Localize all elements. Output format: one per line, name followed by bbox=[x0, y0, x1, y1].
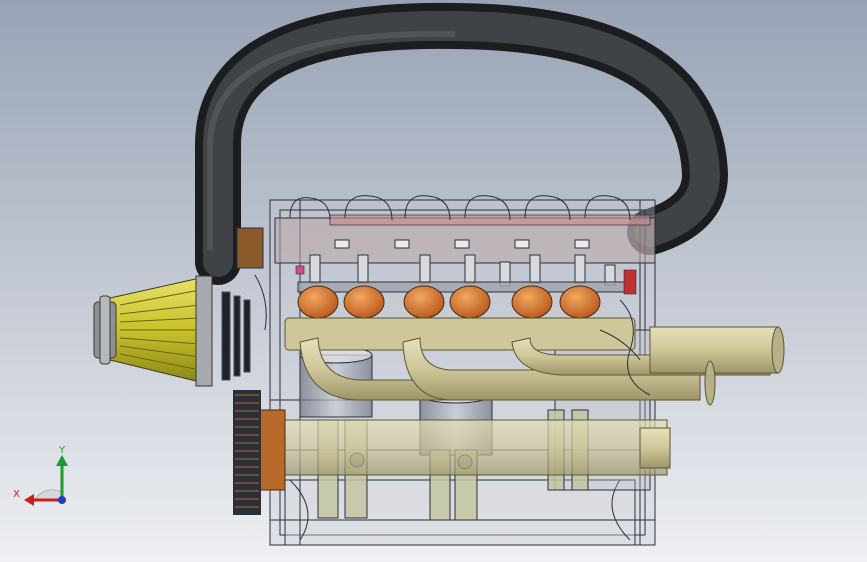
triad-y-label: Y bbox=[58, 445, 66, 456]
engine-assembly-model[interactable]: X Y bbox=[0, 0, 867, 562]
triad-x-arrow bbox=[24, 494, 34, 506]
coordinate-triad: X Y bbox=[13, 445, 68, 506]
graphics-viewport[interactable]: X Y bbox=[0, 0, 867, 562]
triad-x-label: X bbox=[13, 489, 20, 500]
triad-z-axis bbox=[58, 496, 66, 504]
triad-y-arrow bbox=[56, 455, 68, 466]
air-filter[interactable] bbox=[93, 275, 213, 387]
